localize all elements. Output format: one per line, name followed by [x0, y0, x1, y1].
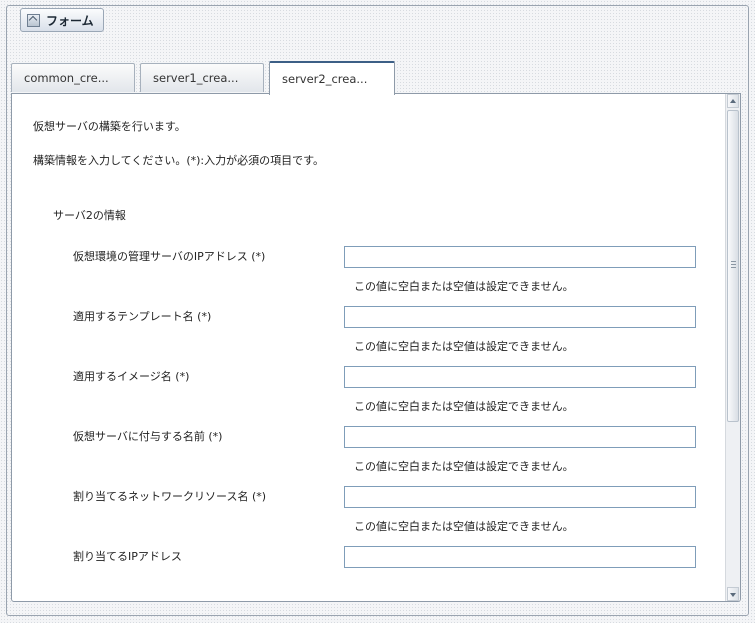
field-error-vm-name: この値に空白または空値は設定できません。 — [354, 460, 574, 473]
field-error-mgmt-ip: この値に空白または空値は設定できません。 — [354, 280, 574, 293]
ip-address-input[interactable] — [344, 546, 696, 568]
scroll-up-button[interactable] — [727, 94, 739, 108]
tab-server1-create[interactable]: server1_crea... — [140, 63, 264, 92]
panel-title-bar[interactable]: フォーム — [20, 8, 104, 32]
vertical-scrollbar[interactable] — [725, 94, 740, 601]
collapse-icon[interactable] — [27, 13, 40, 27]
mgmt-ip-input[interactable] — [344, 246, 696, 268]
field-label-image: 適用するイメージ名 (*) — [73, 370, 190, 383]
tab-bar: common_cre... server1_crea... server2_cr… — [11, 61, 741, 95]
tab-server2-create[interactable]: server2_crea... — [269, 61, 395, 95]
network-resource-input[interactable] — [344, 486, 696, 508]
field-label-network: 割り当てるネットワークリソース名 (*) — [73, 490, 267, 503]
grip-icon — [731, 261, 736, 269]
arrow-down-icon — [730, 593, 736, 597]
field-label-template: 適用するテンプレート名 (*) — [73, 310, 212, 323]
field-error-template: この値に空白または空値は設定できません。 — [354, 340, 574, 353]
field-label-ip-address: 割り当てるIPアドレス — [73, 550, 182, 563]
field-error-image: この値に空白または空値は設定できません。 — [354, 400, 574, 413]
field-label-vm-name: 仮想サーバに付与する名前 (*) — [73, 430, 223, 443]
instruction-text: 構築情報を入力してください。(*):入力が必須の項目です。 — [33, 154, 325, 167]
scrollbar-thumb[interactable] — [727, 110, 739, 422]
arrow-up-icon — [730, 99, 736, 103]
intro-text: 仮想サーバの構築を行います。 — [33, 120, 186, 133]
field-label-mgmt-ip: 仮想環境の管理サーバのIPアドレス (*) — [73, 250, 266, 263]
template-name-input[interactable] — [344, 306, 696, 328]
scroll-down-button[interactable] — [727, 587, 739, 601]
image-name-input[interactable] — [344, 366, 696, 388]
vm-name-input[interactable] — [344, 426, 696, 448]
panel-title: フォーム — [46, 13, 94, 28]
tab-content: 仮想サーバの構築を行います。 構築情報を入力してください。(*):入力が必須の項… — [11, 93, 741, 602]
field-error-network: この値に空白または空値は設定できません。 — [354, 520, 574, 533]
tab-common-create[interactable]: common_cre... — [11, 63, 135, 92]
section-title: サーバ2の情報 — [53, 209, 126, 222]
